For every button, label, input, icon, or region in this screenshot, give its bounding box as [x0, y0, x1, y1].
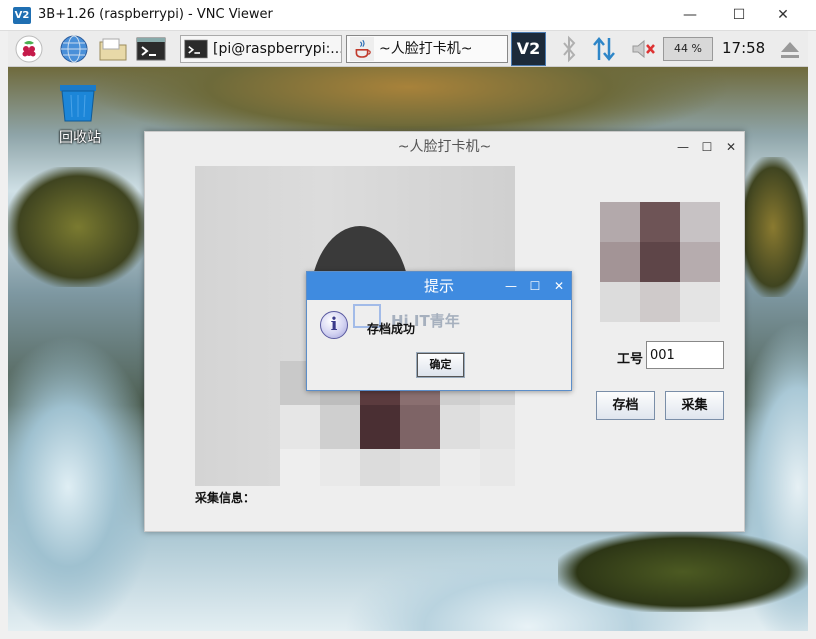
vnc-icon[interactable]: V2 [511, 32, 546, 66]
save-button[interactable]: 存档 [596, 391, 655, 420]
vnc-title-bar: V2 3B+1.26 (raspberrypi) - VNC Viewer — … [0, 0, 816, 31]
dialog-close-button[interactable]: ✕ [551, 278, 567, 294]
terminal-icon [184, 39, 208, 59]
dialog-maximize-button[interactable]: ☐ [527, 278, 543, 294]
message-dialog: 提示 — ☐ ✕ Hi IT青年 i 存档成功 确定 [306, 271, 572, 391]
wallpaper-detail [8, 167, 148, 287]
bluetooth-icon[interactable] [554, 34, 584, 64]
employee-id-label: 工号 [617, 352, 644, 367]
app-close-button[interactable]: ✕ [723, 139, 739, 155]
pi-taskbar: [pi@raspberrypi:... ~人脸打卡机~ V2 44 % 17:5… [8, 31, 808, 67]
taskbar-task-face-app[interactable]: ~人脸打卡机~ [346, 35, 508, 63]
ok-button[interactable]: 确定 [416, 352, 465, 378]
trash-icon[interactable] [56, 83, 100, 123]
folder-icon[interactable] [98, 34, 128, 64]
java-icon [350, 37, 374, 61]
collect-info-label: 采集信息： [195, 491, 256, 505]
app-maximize-button[interactable]: ☐ [699, 139, 715, 155]
wallpaper-detail [558, 532, 808, 612]
volume-level[interactable]: 44 % [663, 37, 713, 61]
trash-label[interactable]: 回收站 [48, 127, 112, 147]
wallpaper-detail [738, 157, 808, 297]
vnc-window-title: 3B+1.26 (raspberrypi) - VNC Viewer [38, 7, 273, 22]
app-window-title: ~人脸打卡机~ [397, 139, 492, 155]
mute-icon[interactable] [628, 34, 658, 64]
dialog-message: 存档成功 [367, 322, 416, 336]
vnc-logo-icon: V2 [13, 7, 31, 24]
info-icon: i [320, 311, 348, 339]
app-minimize-button[interactable]: — [675, 139, 691, 155]
vnc-close-button[interactable]: ✕ [766, 4, 800, 26]
terminal-icon[interactable] [136, 34, 166, 64]
network-arrows-icon[interactable] [589, 34, 619, 64]
eject-icon[interactable] [775, 34, 805, 64]
captured-face-thumbnail [600, 202, 720, 322]
vnc-minimize-button[interactable]: — [673, 4, 707, 26]
dialog-minimize-button[interactable]: — [503, 278, 519, 294]
clock: 17:58 [722, 39, 766, 57]
vnc-maximize-button[interactable]: ☐ [722, 4, 756, 26]
collect-button[interactable]: 采集 [665, 391, 724, 420]
taskbar-task-label: ~人脸打卡机~ [379, 41, 473, 57]
globe-icon[interactable] [59, 34, 89, 64]
raspberry-icon[interactable] [14, 34, 44, 64]
taskbar-task-terminal[interactable]: [pi@raspberrypi:... [180, 35, 342, 63]
taskbar-task-label: [pi@raspberrypi:... [213, 41, 342, 57]
employee-id-input[interactable] [646, 341, 724, 369]
